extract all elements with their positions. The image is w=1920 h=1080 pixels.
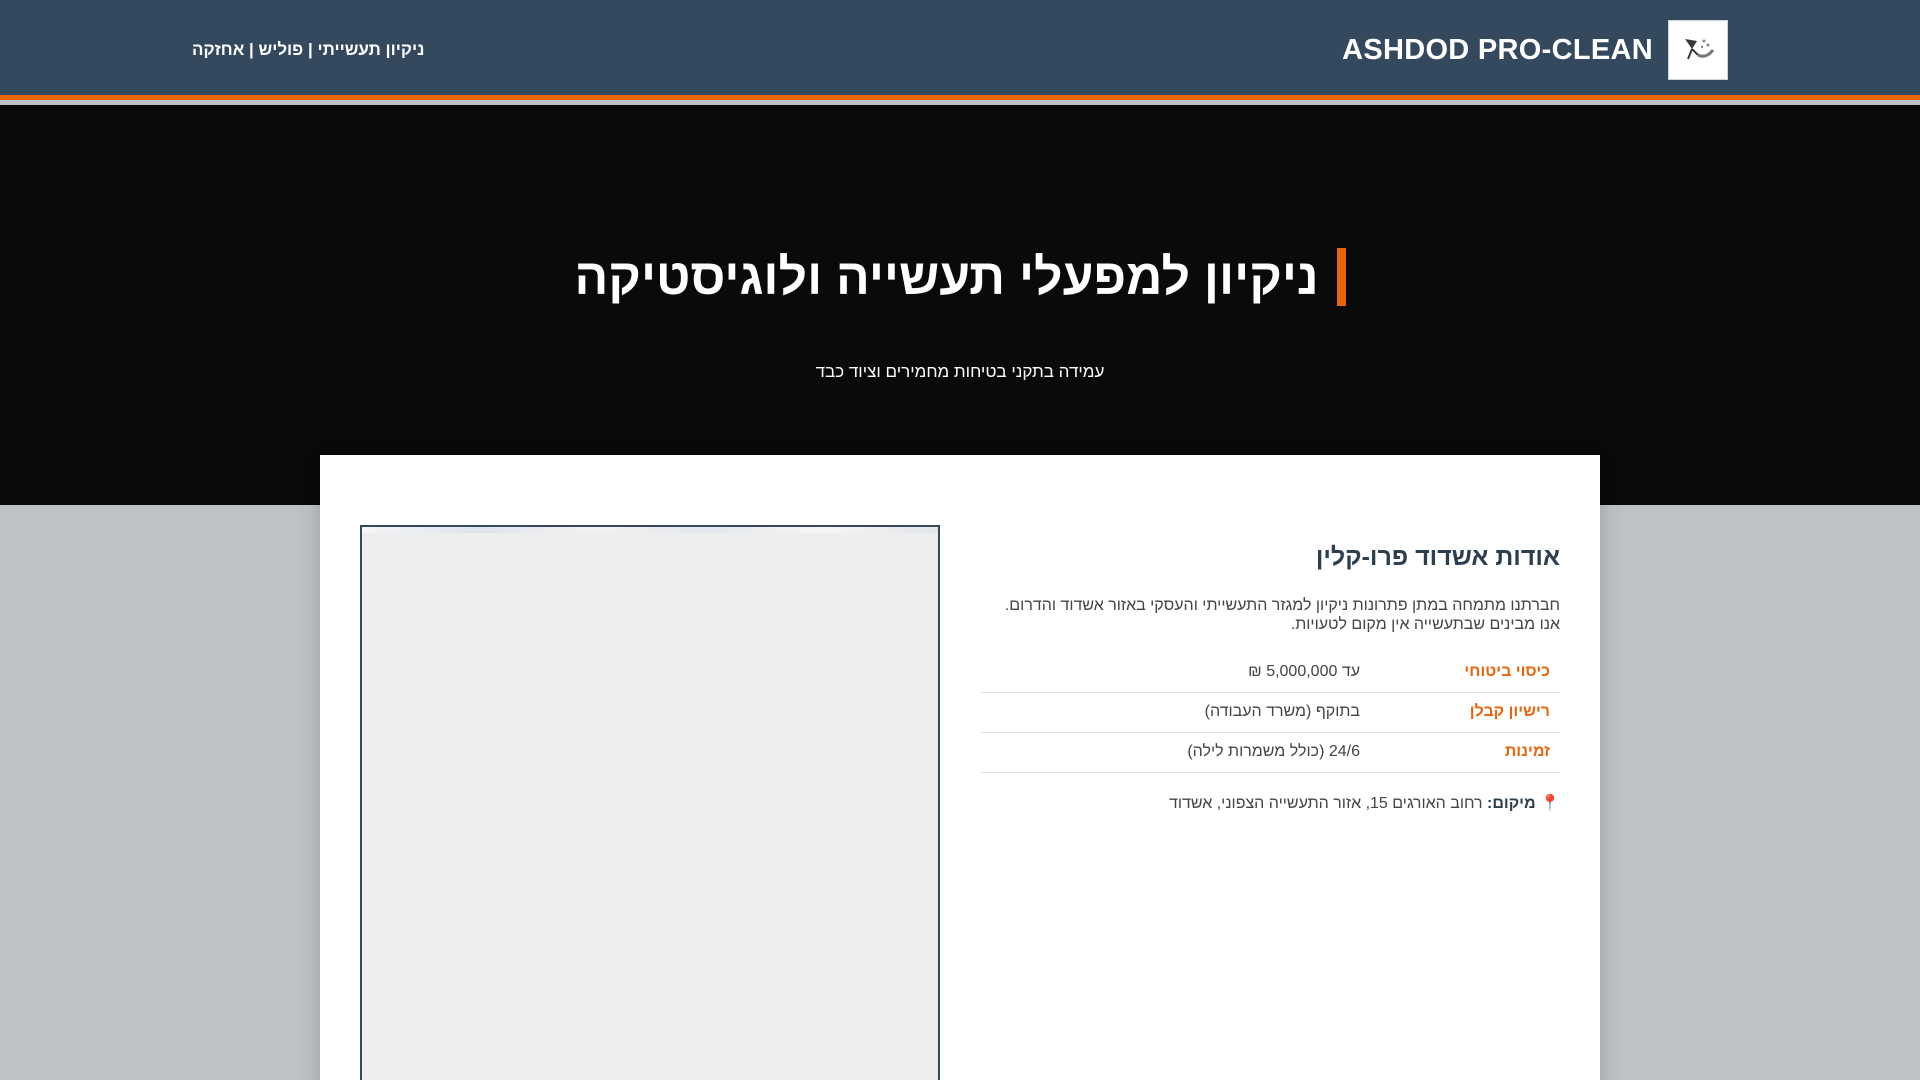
about-text-line-2: אנו מבינים שבתעשייה אין מקום לטעויות. [1290, 616, 1560, 633]
hero-subtitle: עמידה בתקני בטיחות מחמירים וציוד כבד [815, 362, 1105, 381]
brand-name[interactable]: ASHDOD PRO-CLEAN [1342, 34, 1653, 67]
info-value-insurance: עד 5,000,000 ₪ [980, 652, 1360, 693]
location-label: מיקום: [1487, 794, 1536, 812]
header-tagline: ניקיון תעשייתי | פוליש | אחזקה [192, 40, 425, 59]
site-header: ASHDOD PRO-CLEAN ניקיון תעשייתי | פוליש … [0, 0, 1920, 100]
info-value-license: בתוקף (משרד העבודה) [980, 692, 1360, 733]
about-title: אודות אשדוד פרו-קלין [1315, 543, 1560, 571]
location: 📍 מיקום: רחוב האורגים 15, אזור התעשייה ה… [980, 793, 1560, 813]
about-text: חברתנו מתמחה במתן פתרונות ניקיון למגזר ה… [980, 596, 1560, 634]
hero-section: ניקיון למפעלי תעשייה ולוגיסטיקה עמידה בת… [0, 105, 1920, 505]
about-section: אודות אשדוד פרו-קלין חברתנו מתמחה במתן פ… [980, 543, 1560, 813]
info-value-availability: 24/6 (כולל משמרות לילה) [980, 732, 1360, 773]
table-row: זמינות 24/6 (כולל משמרות לילה) [980, 732, 1560, 773]
about-text-line-1: חברתנו מתמחה במתן פתרונות ניקיון למגזר ה… [1004, 597, 1560, 614]
hero-title-wrap: ניקיון למפעלי תעשייה ולוגיסטיקה [0, 248, 1920, 306]
image-top-strip [362, 527, 938, 533]
info-table: כיסוי ביטוחי עד 5,000,000 ₪ רישיון קבלן … [980, 652, 1560, 773]
hero-title: ניקיון למפעלי תעשייה ולוגיסטיקה [574, 248, 1346, 306]
location-value: רחוב האורגים 15, אזור התעשייה הצפוני, אש… [1168, 794, 1483, 812]
brand[interactable]: ASHDOD PRO-CLEAN [1342, 20, 1728, 80]
about-card: אודות אשדוד פרו-קלין חברתנו מתמחה במתן פ… [320, 455, 1600, 1080]
table-row: רישיון קבלן בתוקף (משרד העבודה) [980, 692, 1560, 733]
table-row: כיסוי ביטוחי עד 5,000,000 ₪ [980, 652, 1560, 693]
info-label-availability: זמינות [1360, 732, 1560, 773]
cleaning-logo-icon[interactable] [1668, 20, 1728, 80]
map-pin-icon: 📍 [1540, 794, 1560, 812]
info-label-insurance: כיסוי ביטוחי [1360, 652, 1560, 693]
about-image [360, 525, 940, 1080]
info-label-license: רישיון קבלן [1360, 692, 1560, 733]
